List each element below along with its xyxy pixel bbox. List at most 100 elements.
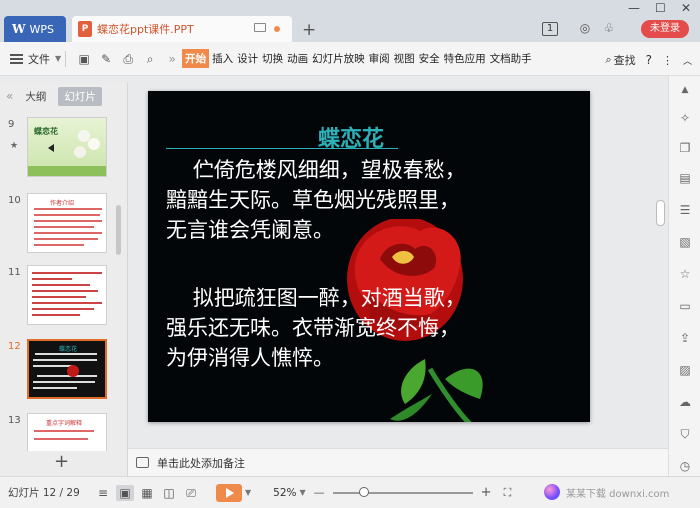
- ppt-file-icon: P: [78, 21, 92, 37]
- title-bar: W WPS P 蝶恋花ppt课件.PPT + 1 ◎ ♧ 未登录 — ☐ ✕: [0, 0, 700, 42]
- image-library-icon[interactable]: ▧: [677, 234, 693, 250]
- wps-home-tab[interactable]: W WPS: [4, 16, 66, 42]
- template-icon[interactable]: ▭: [677, 298, 693, 314]
- window-count-badge[interactable]: 1: [542, 22, 558, 36]
- screen-icon[interactable]: [254, 23, 266, 32]
- canvas-vertical-scrollbar[interactable]: [656, 200, 665, 226]
- slide-thumbnail-row[interactable]: 10 作者介绍: [0, 193, 112, 255]
- presenter-view-icon[interactable]: ⎚: [182, 485, 200, 501]
- tab-slideshow[interactable]: 幻灯片放映: [311, 51, 366, 66]
- poem-stanza-2[interactable]: 拟把疏狂图一醉，对酒当歌， 强乐还无味。衣带渐宽终不悔， 为伊消得人憔悴。: [166, 283, 466, 373]
- more-icon[interactable]: ⋮: [662, 54, 673, 67]
- play-options-chevron-icon[interactable]: ▼: [245, 488, 251, 497]
- document-tab[interactable]: P 蝶恋花ppt课件.PPT: [72, 16, 292, 42]
- print-icon[interactable]: ⎙: [120, 51, 136, 67]
- slide-sorter-icon[interactable]: ▦: [138, 485, 156, 501]
- notes-placeholder: 单击此处添加备注: [157, 456, 245, 470]
- share-icon[interactable]: ⇪: [677, 330, 693, 346]
- skin-icon[interactable]: ◎: [578, 21, 592, 35]
- backup-cloud-icon[interactable]: ☁: [677, 394, 693, 410]
- slide-number: 9: [8, 119, 15, 130]
- tab-transition[interactable]: 切换: [261, 51, 284, 66]
- zoom-level[interactable]: 52%: [273, 487, 296, 499]
- slide-thumbnail[interactable]: 蝶恋花: [27, 117, 107, 177]
- panel-scrollbar[interactable]: [116, 205, 121, 255]
- normal-view-icon[interactable]: ▣: [116, 484, 134, 501]
- slide-thumbnail[interactable]: [27, 265, 107, 325]
- play-slideshow-button[interactable]: [216, 483, 242, 502]
- add-slide-button[interactable]: +: [54, 451, 69, 472]
- slide-thumbnail-row[interactable]: 13 重点字词解释: [0, 413, 112, 451]
- adjust-sliders-icon[interactable]: ☰: [677, 202, 693, 218]
- zoom-out-button[interactable]: —: [314, 486, 325, 499]
- watermark-text: 某某下载 downxi.com: [566, 488, 670, 500]
- status-bar: 幻灯片 12 / 29 ≡ ▣ ▦ ◫ ⎚ ▼ 52% ▼ — + ⛶ 某某下载…: [0, 476, 700, 508]
- history-clock-icon[interactable]: ◷: [677, 458, 693, 474]
- slides-layout-icon[interactable]: ▤: [677, 170, 693, 186]
- minimize-icon[interactable]: —: [628, 1, 640, 15]
- hamburger-icon: [10, 53, 23, 64]
- collapse-up-icon[interactable]: ▲: [677, 82, 693, 98]
- tab-view[interactable]: 视图: [393, 51, 416, 66]
- canvas-horizontal-scrollbar[interactable]: [128, 438, 668, 448]
- tab-security[interactable]: 安全: [418, 51, 441, 66]
- notes-icon: [136, 457, 149, 468]
- slide-number: 12: [8, 341, 21, 352]
- align-menu-icon[interactable]: ≡: [94, 485, 112, 501]
- fit-window-icon[interactable]: ⛶: [504, 486, 512, 500]
- notes-pane[interactable]: 单击此处添加备注: [128, 448, 668, 476]
- flowers-illustration: [28, 130, 106, 176]
- tab-review[interactable]: 审阅: [368, 51, 391, 66]
- tab-outline[interactable]: 大纲: [19, 87, 52, 106]
- picture-icon[interactable]: ▨: [677, 362, 693, 378]
- maximize-icon[interactable]: ☐: [655, 1, 666, 15]
- tab-slides[interactable]: 幻灯片: [58, 86, 102, 106]
- tab-insert[interactable]: 插入: [211, 51, 234, 66]
- login-button[interactable]: 未登录: [641, 20, 689, 38]
- slide-thumbnail-row[interactable]: 11: [0, 265, 112, 327]
- zoom-slider[interactable]: [332, 486, 473, 497]
- tab-home[interactable]: 开始: [182, 49, 210, 68]
- tab-animation[interactable]: 动画: [286, 51, 309, 66]
- shirt-icon[interactable]: ♧: [602, 21, 616, 35]
- document-tab-title: 蝶恋花ppt课件.PPT: [97, 23, 194, 36]
- zoom-in-button[interactable]: +: [481, 485, 492, 500]
- tab-doc-assistant[interactable]: 文档助手: [489, 51, 533, 66]
- unsaved-dot-icon: [274, 26, 280, 32]
- slide-number: 10: [8, 195, 21, 206]
- current-slide[interactable]: 蝶恋花 伫倚危楼风细细，望极春愁， 黯黯生天际。草色烟光残照里， 无言谁会凭阑意…: [148, 91, 590, 422]
- poem-lines-illustration: [33, 353, 97, 389]
- assistant-orb-icon[interactable]: [544, 484, 560, 500]
- collapse-panel-icon[interactable]: «: [6, 89, 13, 103]
- slide-thumbnail-row[interactable]: 9 ★ 蝶恋花: [0, 117, 112, 179]
- shield-icon[interactable]: ⛉: [677, 426, 693, 442]
- wps-logo-icon: W: [12, 22, 26, 36]
- text-lines-illustration: [34, 430, 94, 440]
- slide-thumbnail-selected[interactable]: 蝶恋花: [27, 339, 107, 399]
- print-preview-icon[interactable]: ⌕: [142, 51, 158, 67]
- new-tab-button[interactable]: +: [302, 20, 316, 40]
- close-icon[interactable]: ✕: [681, 1, 691, 15]
- help-icon[interactable]: ?: [646, 53, 652, 67]
- format-painter-icon[interactable]: ✎: [98, 51, 114, 67]
- copy-layout-icon[interactable]: ❐: [677, 140, 693, 156]
- poem-stanza-1[interactable]: 伫倚危楼风细细，望极春愁， 黯黯生天际。草色烟光残照里， 无言谁会凭阑意。: [166, 155, 466, 245]
- tab-design[interactable]: 设计: [236, 51, 259, 66]
- slide-thumbnail[interactable]: 重点字词解释: [27, 413, 107, 451]
- reading-view-icon[interactable]: ◫: [160, 485, 178, 501]
- slide-thumbnail[interactable]: 作者介绍: [27, 193, 107, 253]
- file-menu[interactable]: 文件 ▼: [10, 51, 61, 67]
- zoom-slider-knob[interactable]: [358, 486, 369, 497]
- search-button[interactable]: ⌕ 查找: [605, 52, 635, 68]
- star-icon[interactable]: ☆: [677, 266, 693, 282]
- slide-number: 13: [8, 415, 21, 426]
- magic-wand-icon[interactable]: ✧: [677, 110, 693, 126]
- watermark: 某某下载 downxi.com: [544, 484, 669, 500]
- slide-panel: « 大纲 幻灯片 9 ★ 蝶恋花 10 作者介绍 11 12 蝶恋花 13 重点…: [0, 83, 128, 476]
- zoom-dropdown-icon[interactable]: ▼: [300, 488, 306, 497]
- save-icon[interactable]: ▣: [76, 51, 92, 67]
- more-chevron-icon[interactable]: »: [164, 51, 180, 67]
- slide-thumbnail-row[interactable]: 12 蝶恋花: [0, 339, 112, 401]
- tab-features[interactable]: 特色应用: [443, 51, 487, 66]
- collapse-ribbon-icon[interactable]: ︿: [683, 54, 692, 67]
